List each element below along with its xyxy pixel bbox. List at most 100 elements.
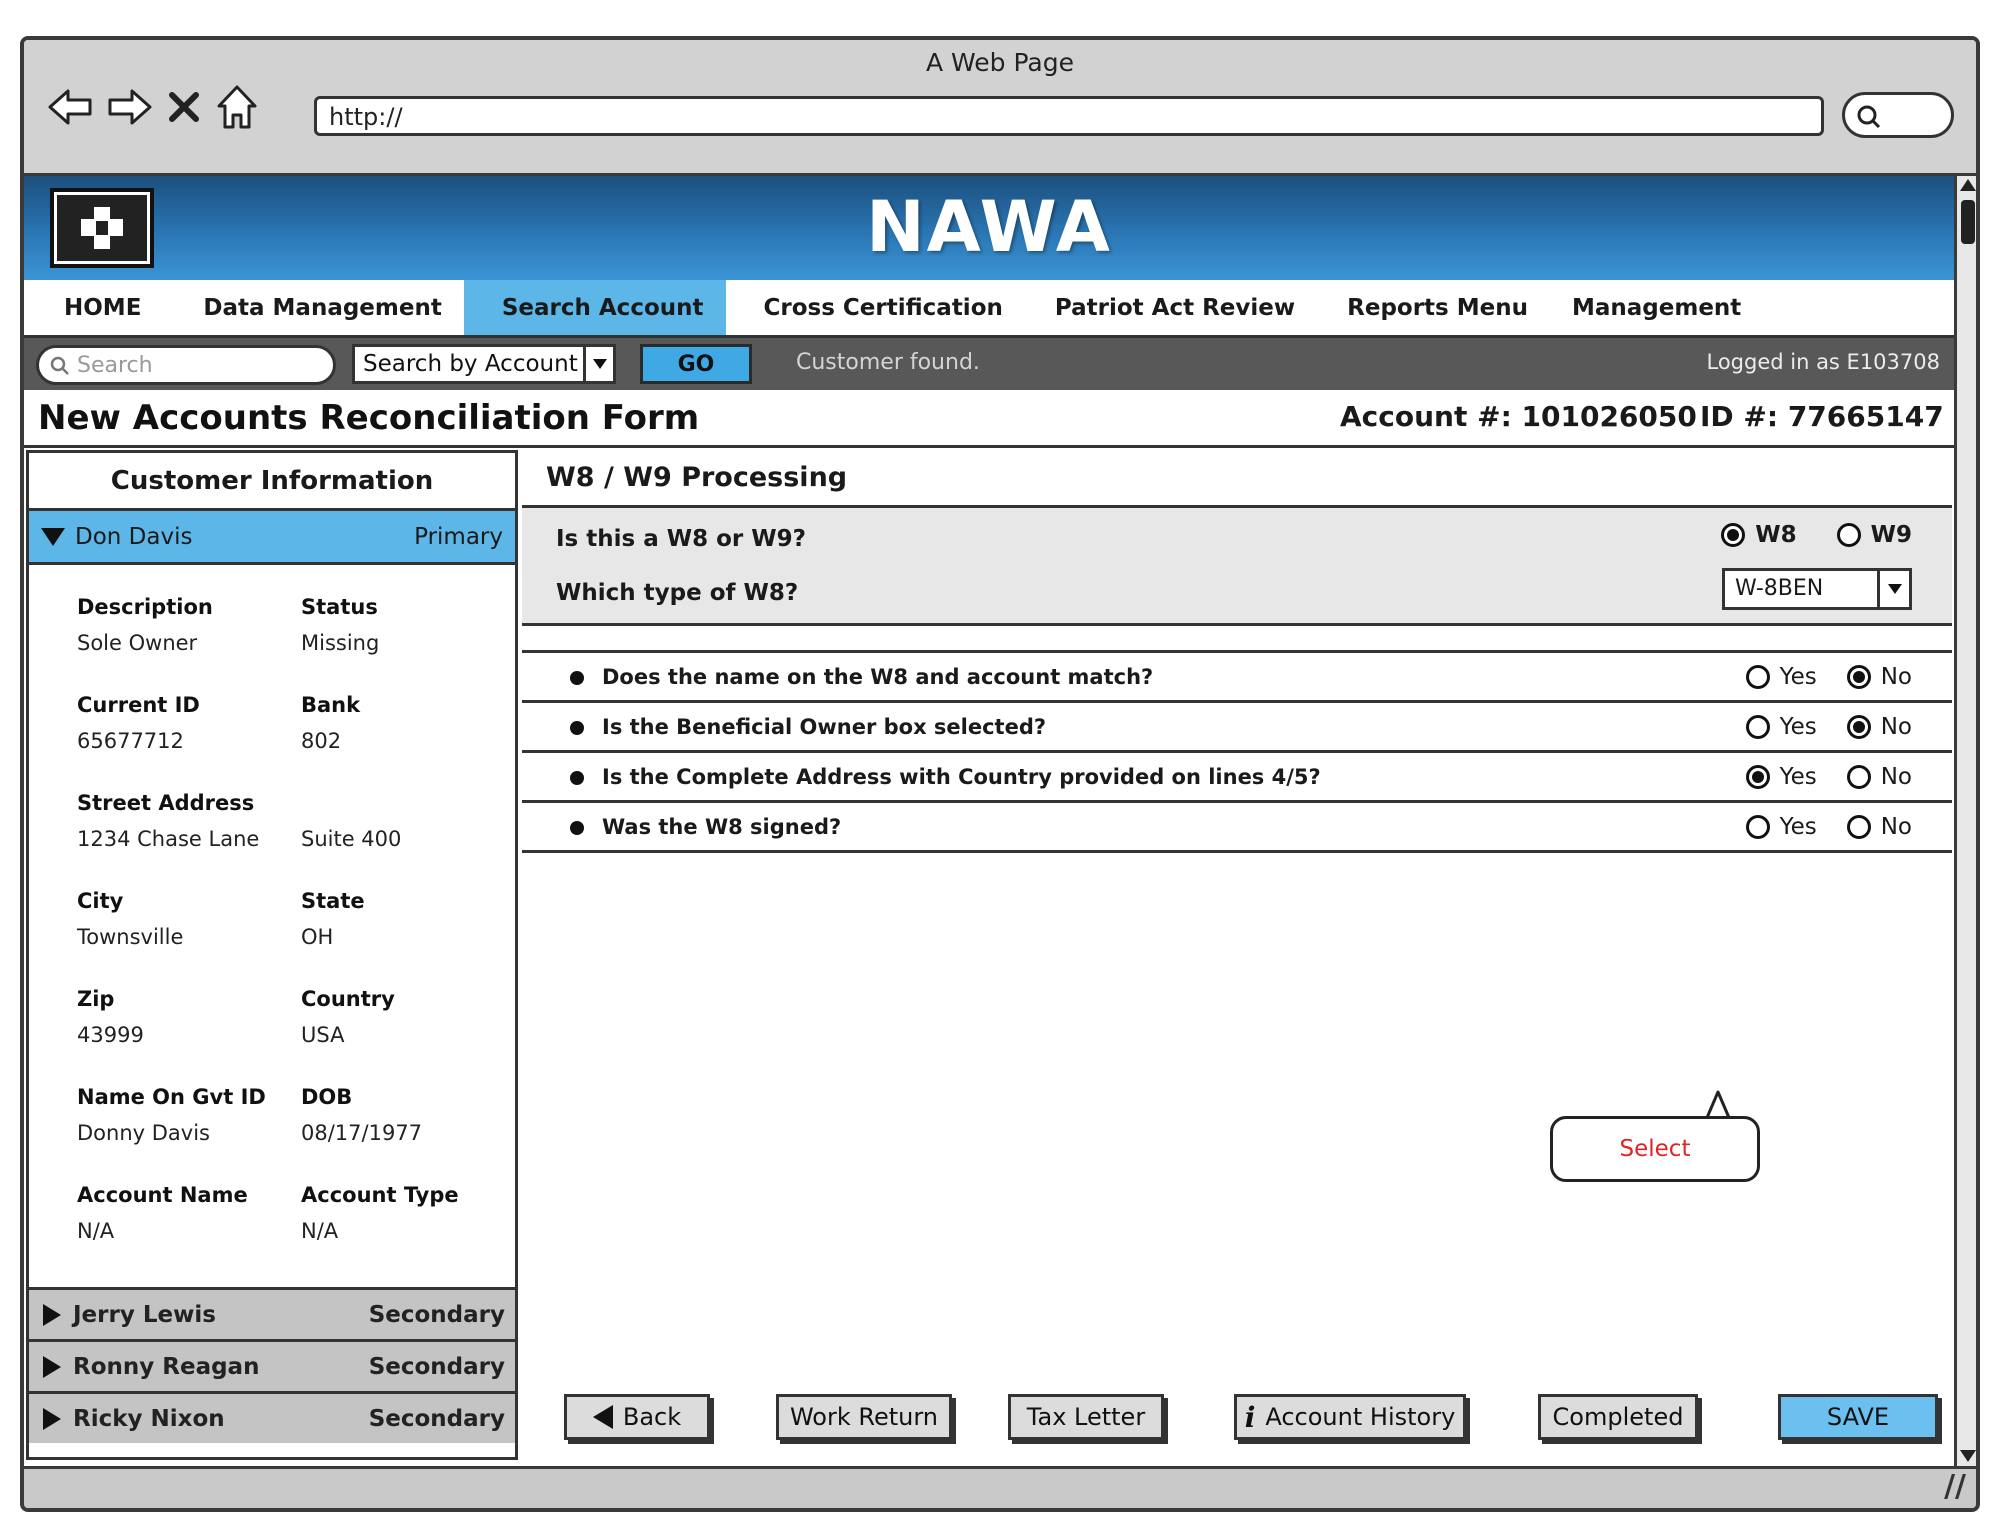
processing-panel: W8 / W9 Processing Is this a W8 or W9? W… <box>522 450 1952 1460</box>
resize-grip-icon[interactable]: // <box>1944 1469 1966 1504</box>
button-label: Back <box>622 1403 682 1431</box>
question-w8-type: Which type of W8? <box>556 580 799 606</box>
customer-row-primary[interactable]: Don Davis Primary <box>29 511 515 565</box>
field-label: Account Name <box>77 1183 248 1207</box>
radio-empty-icon[interactable] <box>1745 714 1770 739</box>
question-text: Was the W8 signed? <box>602 814 842 839</box>
field-value: OH <box>301 925 334 949</box>
question-row: Does the name on the W8 and account matc… <box>522 653 1952 703</box>
nav-patriot-act-review[interactable]: Patriot Act Review <box>1033 280 1325 335</box>
question-form-type: Is this a W8 or W9? <box>556 526 806 552</box>
scroll-up-icon[interactable] <box>1960 179 1976 191</box>
home-icon[interactable] <box>214 82 260 132</box>
radio-selected-icon[interactable] <box>1745 764 1770 789</box>
radio-yes[interactable]: Yes <box>1745 663 1817 690</box>
customer-row-secondary[interactable]: Ricky Nixon Secondary <box>29 1391 515 1443</box>
search-icon <box>50 356 69 375</box>
radio-empty-icon[interactable] <box>1846 814 1871 839</box>
nav-search-account[interactable]: Search Account <box>463 280 726 335</box>
expand-triangle-icon[interactable] <box>43 1407 61 1430</box>
field-zip: Zip 43999 <box>77 987 144 1047</box>
nav-home[interactable]: HOME <box>24 280 181 335</box>
radio-label: W8 <box>1755 522 1797 548</box>
search-by-select[interactable]: Search by Account <box>352 344 616 384</box>
forward-arrow-icon[interactable] <box>106 85 154 129</box>
chevron-down-icon[interactable] <box>1877 571 1909 607</box>
customer-row-secondary[interactable]: Jerry Lewis Secondary <box>29 1287 515 1339</box>
completed-button[interactable]: Completed <box>1538 1394 1698 1440</box>
nav-management[interactable]: Management <box>1550 280 1763 335</box>
field-value: 1234 Chase Lane <box>77 827 260 851</box>
expand-triangle-icon[interactable] <box>43 1355 61 1378</box>
scroll-thumb[interactable] <box>1961 200 1975 244</box>
radio-yes[interactable]: Yes <box>1745 714 1817 740</box>
stop-icon[interactable] <box>166 85 202 129</box>
field-label: Description <box>77 595 213 619</box>
account-history-button[interactable]: i Account History <box>1234 1394 1466 1440</box>
browser-statusbar: // <box>24 1466 1976 1508</box>
button-label: SAVE <box>1826 1403 1890 1431</box>
bullet-icon <box>570 721 584 735</box>
radio-empty-icon[interactable] <box>1836 523 1861 547</box>
radio-label: Yes <box>1779 663 1817 690</box>
search-input[interactable]: Search <box>36 345 336 385</box>
button-label: Completed <box>1552 1403 1684 1431</box>
radio-yes[interactable]: Yes <box>1745 814 1817 840</box>
radio-w8[interactable]: W8 <box>1721 522 1797 548</box>
back-arrow-icon[interactable] <box>46 85 94 129</box>
expand-triangle-icon[interactable] <box>43 1303 61 1326</box>
field-value: 43999 <box>77 1023 144 1047</box>
save-button[interactable]: SAVE <box>1778 1394 1938 1440</box>
radio-empty-icon[interactable] <box>1846 764 1871 789</box>
field-label: Account Type <box>301 1183 459 1207</box>
question-text: Does the name on the W8 and account matc… <box>602 664 1154 689</box>
go-button[interactable]: GO <box>640 344 752 384</box>
work-return-button[interactable]: Work Return <box>776 1394 952 1440</box>
radio-no[interactable]: No <box>1846 764 1912 790</box>
w8-type-select[interactable]: W-8BEN <box>1722 568 1912 610</box>
back-button[interactable]: Back <box>564 1394 710 1440</box>
field-value: N/A <box>301 1219 339 1243</box>
nav-reports-menu[interactable]: Reports Menu <box>1325 280 1550 335</box>
account-number: Account #: 101026050 <box>1340 400 1697 433</box>
customer-row-secondary[interactable]: Ronny Reagan Secondary <box>29 1339 515 1391</box>
scroll-down-icon[interactable] <box>1960 1450 1976 1462</box>
main-nav: HOME Data Management Search Account Cros… <box>24 280 1954 338</box>
expand-triangle-icon[interactable] <box>41 527 65 546</box>
radio-no[interactable]: No <box>1846 664 1912 690</box>
field-value: N/A <box>77 1219 115 1243</box>
nav-data-management[interactable]: Data Management <box>181 280 463 335</box>
chevron-down-icon[interactable] <box>583 347 613 381</box>
w8-type-value: W-8BEN <box>1735 576 1824 601</box>
radio-empty-icon[interactable] <box>1745 814 1770 839</box>
radio-yes[interactable]: Yes <box>1745 764 1817 790</box>
radio-empty-icon[interactable] <box>1745 664 1770 689</box>
callout-text: Select <box>1619 1136 1691 1162</box>
action-bar: Back Work Return Tax Letter i Account Hi… <box>522 1394 1952 1454</box>
bullet-icon <box>570 821 584 835</box>
nav-cross-certification[interactable]: Cross Certification <box>726 280 1033 335</box>
bullet-icon <box>570 771 584 785</box>
radio-label: No <box>1880 713 1912 740</box>
customer-role: Secondary <box>368 1405 505 1432</box>
tax-letter-button[interactable]: Tax Letter <box>1008 1394 1164 1440</box>
field-label: Status <box>301 595 378 619</box>
field-label: DOB <box>301 1085 353 1109</box>
url-bar[interactable]: http:// <box>314 96 1824 136</box>
radio-selected-icon[interactable] <box>1846 714 1871 739</box>
field-suite: Suite 400 <box>301 791 401 851</box>
vertical-scrollbar[interactable] <box>1954 176 1976 1466</box>
question-list: Does the name on the W8 and account matc… <box>522 650 1952 853</box>
browser-search[interactable] <box>1842 92 1954 138</box>
field-label: Street Address <box>77 791 255 815</box>
radio-selected-icon[interactable] <box>1721 523 1746 547</box>
radio-selected-icon[interactable] <box>1846 664 1871 689</box>
field-value: Donny Davis <box>77 1121 210 1145</box>
field-value: 802 <box>301 729 342 753</box>
radio-no[interactable]: No <box>1846 713 1912 740</box>
question-row: Is the Complete Address with Country pro… <box>522 753 1952 803</box>
button-label: Account History <box>1265 1403 1456 1431</box>
radio-no[interactable]: No <box>1846 814 1912 840</box>
radio-w9[interactable]: W9 <box>1836 522 1912 548</box>
field-city: City Townsville <box>77 889 183 949</box>
